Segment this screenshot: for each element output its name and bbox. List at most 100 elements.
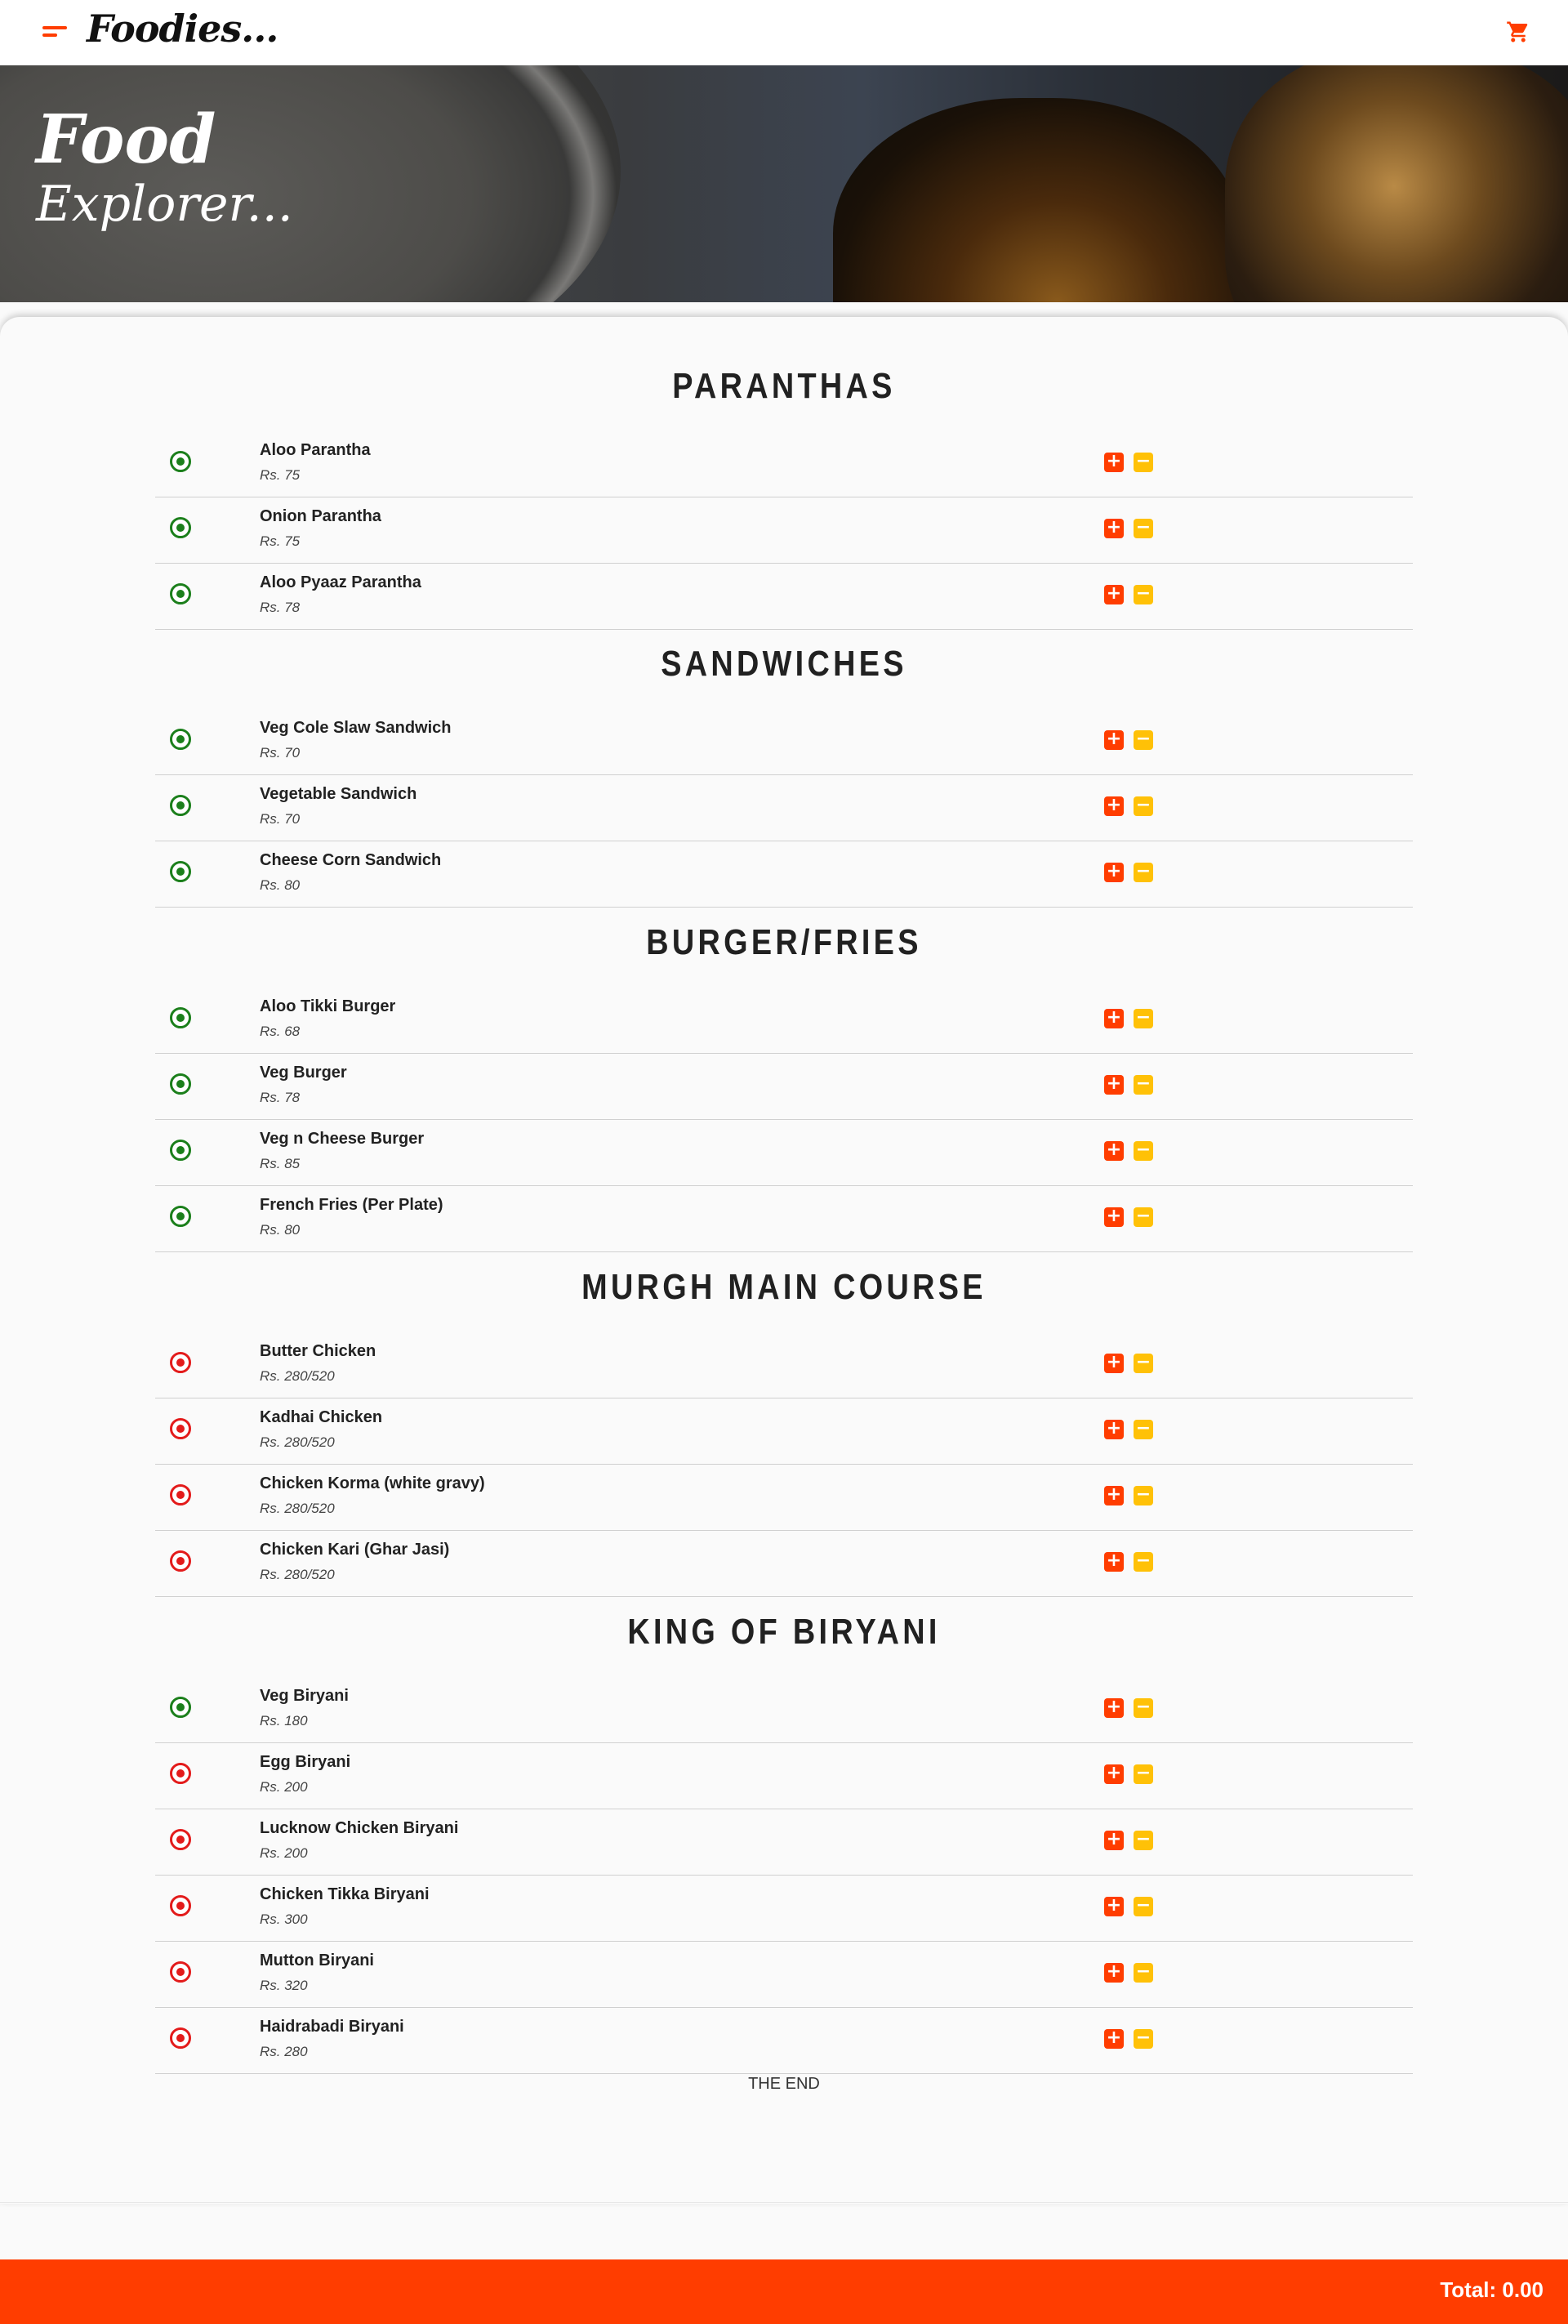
item-price: Rs. 200 (260, 1845, 308, 1861)
add-item-button[interactable]: + (1104, 1075, 1124, 1095)
remove-item-button[interactable]: − (1134, 1486, 1153, 1505)
nonveg-indicator-icon (170, 1763, 191, 1784)
menu-item: Kadhai Chicken Rs. 280/520 + − (155, 1398, 1413, 1465)
menu-item: Butter Chicken Rs. 280/520 + − (155, 1332, 1413, 1398)
item-price: Rs. 280/520 (260, 1434, 335, 1450)
add-item-button[interactable]: + (1104, 585, 1124, 604)
remove-item-button[interactable]: − (1134, 1075, 1153, 1095)
section-title: BURGER/FRIES (646, 922, 922, 962)
menu-item: Veg Biryani Rs. 180 + − (155, 1677, 1413, 1743)
item-name: Haidrabadi Biryani (260, 2018, 404, 2036)
menu-item: Chicken Kari (Ghar Jasi) Rs. 280/520 + − (155, 1531, 1413, 1597)
menu-item: Chicken Korma (white gravy) Rs. 280/520 + − (155, 1465, 1413, 1531)
add-item-button[interactable]: + (1104, 2029, 1124, 2049)
veg-indicator-icon (170, 1206, 191, 1227)
item-price: Rs. 280/520 (260, 1567, 335, 1582)
menu-item: Mutton Biryani Rs. 320 + − (155, 1942, 1413, 2008)
item-name: Veg Cole Slaw Sandwich (260, 719, 452, 737)
add-item-button[interactable]: + (1104, 1963, 1124, 1983)
menu-icon[interactable] (42, 26, 67, 38)
remove-item-button[interactable]: − (1134, 1831, 1153, 1850)
item-name: Egg Biryani (260, 1753, 351, 1771)
item-price: Rs. 85 (260, 1156, 301, 1171)
remove-item-button[interactable]: − (1134, 1552, 1153, 1572)
item-name: Veg n Cheese Burger (260, 1130, 425, 1148)
add-item-button[interactable]: + (1104, 1207, 1124, 1227)
item-price: Rs. 70 (260, 811, 301, 827)
remove-item-button[interactable]: − (1134, 1009, 1153, 1028)
add-item-button[interactable]: + (1104, 1420, 1124, 1439)
remove-item-button[interactable]: − (1134, 1354, 1153, 1373)
add-item-button[interactable]: + (1104, 1141, 1124, 1161)
menu-item: Lucknow Chicken Biryani Rs. 200 + − (155, 1809, 1413, 1876)
veg-indicator-icon (170, 1140, 191, 1161)
remove-item-button[interactable]: − (1134, 2029, 1153, 2049)
add-item-button[interactable]: + (1104, 1009, 1124, 1028)
add-item-button[interactable]: + (1104, 1698, 1124, 1718)
item-price: Rs. 70 (260, 745, 301, 761)
item-name: French Fries (Per Plate) (260, 1196, 443, 1214)
add-item-button[interactable]: + (1104, 453, 1124, 472)
add-item-button[interactable]: + (1104, 1486, 1124, 1505)
remove-item-button[interactable]: − (1134, 1698, 1153, 1718)
item-name: Vegetable Sandwich (260, 785, 417, 803)
add-item-button[interactable]: + (1104, 1354, 1124, 1373)
add-item-button[interactable]: + (1104, 730, 1124, 750)
section-title: PARANTHAS (672, 366, 896, 406)
add-item-button[interactable]: + (1104, 1552, 1124, 1572)
shopping-cart-icon[interactable] (1506, 20, 1530, 44)
item-name: Onion Parantha (260, 507, 381, 525)
remove-item-button[interactable]: − (1134, 585, 1153, 604)
item-name: Aloo Parantha (260, 441, 371, 459)
item-price: Rs. 80 (260, 1222, 301, 1238)
item-name: Cheese Corn Sandwich (260, 851, 442, 869)
veg-indicator-icon (170, 795, 191, 816)
add-item-button[interactable]: + (1104, 796, 1124, 816)
item-name: Veg Biryani (260, 1687, 349, 1705)
remove-item-button[interactable]: − (1134, 1963, 1153, 1983)
remove-item-button[interactable]: − (1134, 1141, 1153, 1161)
remove-item-button[interactable]: − (1134, 1420, 1153, 1439)
item-price: Rs. 200 (260, 1779, 308, 1795)
menu-item: Veg n Cheese Burger Rs. 85 + − (155, 1120, 1413, 1186)
remove-item-button[interactable]: − (1134, 796, 1153, 816)
hero-glass-image (833, 98, 1241, 302)
nonveg-indicator-icon (170, 1829, 191, 1850)
item-name: Veg Burger (260, 1064, 347, 1082)
remove-item-button[interactable]: − (1134, 453, 1153, 472)
item-name: Chicken Korma (white gravy) (260, 1474, 485, 1492)
top-app-bar: Foodies... (0, 0, 1568, 65)
menu-item: Cheese Corn Sandwich Rs. 80 + − (155, 841, 1413, 908)
nonveg-indicator-icon (170, 1895, 191, 1916)
item-price: Rs. 300 (260, 1911, 308, 1927)
nonveg-indicator-icon (170, 1418, 191, 1439)
hero-title-line2: Explorer... (36, 176, 293, 233)
menu-item: Chicken Tikka Biryani Rs. 300 + − (155, 1876, 1413, 1942)
menu-item: Veg Burger Rs. 78 + − (155, 1054, 1413, 1120)
item-price: Rs. 78 (260, 600, 301, 615)
add-item-button[interactable]: + (1104, 863, 1124, 882)
add-item-button[interactable]: + (1104, 1764, 1124, 1784)
remove-item-button[interactable]: − (1134, 1207, 1153, 1227)
section-title: KING OF BIRYANI (627, 1612, 941, 1652)
nonveg-indicator-icon (170, 2027, 191, 2049)
hero-banner: Food Explorer... (0, 65, 1568, 302)
menu-item: French Fries (Per Plate) Rs. 80 + − (155, 1186, 1413, 1252)
remove-item-button[interactable]: − (1134, 863, 1153, 882)
remove-item-button[interactable]: − (1134, 1897, 1153, 1916)
item-name: Aloo Pyaaz Parantha (260, 573, 421, 591)
item-name: Chicken Tikka Biryani (260, 1885, 430, 1903)
remove-item-button[interactable]: − (1134, 519, 1153, 538)
item-name: Lucknow Chicken Biryani (260, 1819, 459, 1837)
remove-item-button[interactable]: − (1134, 730, 1153, 750)
veg-indicator-icon (170, 1697, 191, 1718)
add-item-button[interactable]: + (1104, 1897, 1124, 1916)
remove-item-button[interactable]: − (1134, 1764, 1153, 1784)
item-price: Rs. 75 (260, 533, 301, 549)
veg-indicator-icon (170, 861, 191, 882)
item-price: Rs. 280 (260, 2044, 308, 2059)
item-price: Rs. 280/520 (260, 1501, 335, 1516)
veg-indicator-icon (170, 583, 191, 604)
add-item-button[interactable]: + (1104, 519, 1124, 538)
add-item-button[interactable]: + (1104, 1831, 1124, 1850)
